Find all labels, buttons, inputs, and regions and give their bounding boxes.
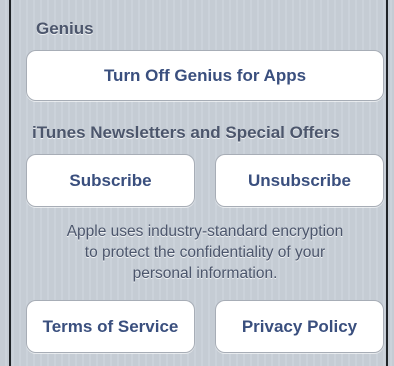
newsletters-section-header: iTunes Newsletters and Special Offers: [32, 123, 340, 142]
subscribe-label: Subscribe: [69, 170, 152, 190]
turn-off-genius-button[interactable]: Turn Off Genius for Apps: [26, 50, 384, 101]
privacy-note: Apple uses industry-standard encryption …: [26, 221, 384, 284]
subscribe-button[interactable]: Subscribe: [26, 154, 195, 207]
privacy-note-line: to protect the confidentiality of your: [84, 244, 326, 261]
right-frame-border: [386, 0, 388, 366]
privacy-note-line: Apple uses industry-standard encryption: [66, 223, 344, 240]
unsubscribe-button[interactable]: Unsubscribe: [215, 154, 384, 207]
privacy-policy-label: Privacy Policy: [241, 316, 358, 336]
turn-off-genius-label: Turn Off Genius for Apps: [103, 65, 307, 85]
genius-section-header: Genius: [36, 19, 94, 38]
privacy-note-line: personal information.: [132, 265, 278, 282]
left-frame-border: [9, 0, 11, 366]
privacy-policy-button[interactable]: Privacy Policy: [215, 300, 384, 353]
terms-of-service-button[interactable]: Terms of Service: [26, 300, 195, 353]
unsubscribe-label: Unsubscribe: [248, 170, 351, 190]
terms-of-service-label: Terms of Service: [42, 316, 179, 336]
